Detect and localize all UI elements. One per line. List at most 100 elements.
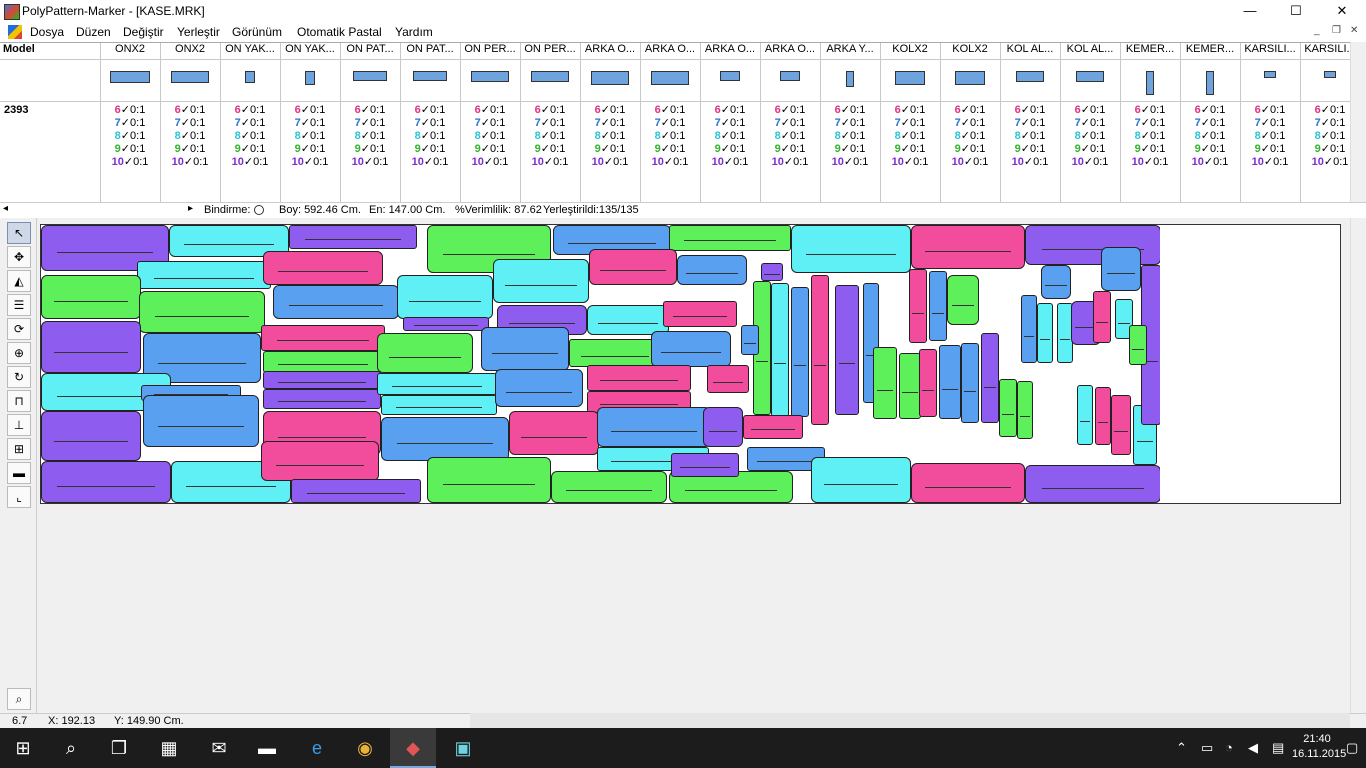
notifications-icon[interactable]: ▢	[1346, 740, 1358, 756]
size-row[interactable]: 7✓0:1	[1240, 117, 1300, 130]
pattern-piece[interactable]	[791, 287, 809, 417]
pattern-piece-thumbnail[interactable]	[531, 71, 569, 82]
pattern-piece[interactable]	[397, 275, 493, 319]
pattern-piece-thumbnail[interactable]	[1264, 71, 1276, 78]
pattern-piece[interactable]	[289, 225, 417, 249]
size-row[interactable]: 9✓0:1	[640, 143, 700, 156]
size-row[interactable]: 9✓0:1	[820, 143, 880, 156]
size-row[interactable]: 8✓0:1	[280, 130, 340, 143]
pattern-piece[interactable]	[911, 463, 1025, 503]
pattern-piece[interactable]	[1101, 247, 1141, 291]
size-row[interactable]: 6✓0:1	[820, 104, 880, 117]
size-row[interactable]: 9✓0:1	[400, 143, 460, 156]
size-row[interactable]: 10✓0:1	[160, 156, 220, 169]
pattern-piece-thumbnail[interactable]	[110, 71, 150, 83]
pattern-column[interactable]: ONX2 6✓0:1 7✓0:1 8✓0:1 9✓0:1 10✓0:1	[100, 43, 161, 203]
pattern-piece[interactable]	[929, 271, 947, 341]
search-icon[interactable]: ⌕	[48, 728, 94, 768]
menu-dosya[interactable]: Dosya	[30, 25, 64, 39]
pattern-piece[interactable]	[791, 225, 911, 273]
pattern-column[interactable]: KOLX2 6✓0:1 7✓0:1 8✓0:1 9✓0:1 10✓0:1	[880, 43, 941, 203]
stack-icon[interactable]: ☰	[7, 294, 31, 316]
menu-yerlestir[interactable]: Yerleştir	[177, 25, 220, 39]
zoom-icon[interactable]: ⌕	[7, 688, 31, 710]
size-row[interactable]: 6✓0:1	[100, 104, 160, 117]
size-row[interactable]: 9✓0:1	[1120, 143, 1180, 156]
pattern-piece[interactable]	[899, 353, 921, 419]
pattern-piece[interactable]	[1025, 465, 1161, 503]
pattern-column[interactable]: KOL AL... 6✓0:1 7✓0:1 8✓0:1 9✓0:1 10✓0:1	[1000, 43, 1061, 203]
pattern-piece-thumbnail[interactable]	[471, 71, 509, 82]
pattern-piece[interactable]	[509, 411, 599, 455]
mdi-restore-button[interactable]: ❐	[1332, 25, 1341, 36]
size-row[interactable]: 10✓0:1	[760, 156, 820, 169]
menu-gorunum[interactable]: Görünüm	[232, 25, 282, 39]
pattern-piece[interactable]	[911, 225, 1025, 269]
pattern-piece-thumbnail[interactable]	[413, 71, 447, 81]
pattern-piece[interactable]	[273, 285, 399, 319]
canvas-horizontal-scrollbar[interactable]	[470, 713, 1350, 728]
pattern-piece[interactable]	[909, 269, 927, 343]
pattern-piece[interactable]	[1095, 387, 1111, 445]
pattern-piece[interactable]	[263, 251, 383, 285]
mail-icon[interactable]: ✉	[196, 728, 242, 768]
pattern-piece-thumbnail[interactable]	[720, 71, 740, 81]
pattern-piece[interactable]	[377, 373, 497, 395]
pattern-column[interactable]: KOLX2 6✓0:1 7✓0:1 8✓0:1 9✓0:1 10✓0:1	[940, 43, 1001, 203]
pattern-piece[interactable]	[137, 261, 271, 289]
marker-canvas[interactable]	[37, 218, 1350, 713]
pattern-piece[interactable]	[707, 365, 749, 393]
pattern-piece-thumbnail[interactable]	[305, 71, 315, 85]
pattern-piece-thumbnail[interactable]	[780, 71, 800, 81]
size-row[interactable]: 7✓0:1	[1120, 117, 1180, 130]
size-row[interactable]: 7✓0:1	[1180, 117, 1240, 130]
pattern-piece[interactable]	[589, 249, 677, 285]
pattern-piece-thumbnail[interactable]	[895, 71, 925, 85]
size-row[interactable]: 8✓0:1	[220, 130, 280, 143]
right-scroll-arrow-icon[interactable]: ▸	[188, 203, 193, 214]
size-row[interactable]: 6✓0:1	[520, 104, 580, 117]
size-row[interactable]: 10✓0:1	[520, 156, 580, 169]
pattern-piece[interactable]	[597, 407, 711, 447]
size-row[interactable]: 8✓0:1	[460, 130, 520, 143]
pattern-piece[interactable]	[663, 301, 737, 327]
size-row[interactable]: 7✓0:1	[340, 117, 400, 130]
pattern-column[interactable]: KOL AL... 6✓0:1 7✓0:1 8✓0:1 9✓0:1 10✓0:1	[1060, 43, 1121, 203]
wifi-icon[interactable]: ◔	[1225, 740, 1233, 755]
pattern-piece[interactable]	[999, 379, 1017, 437]
pattern-piece[interactable]	[41, 411, 141, 461]
size-row[interactable]: 6✓0:1	[1240, 104, 1300, 117]
size-row[interactable]: 7✓0:1	[1060, 117, 1120, 130]
spacing-icon[interactable]: ⊞	[7, 438, 31, 460]
size-row[interactable]: 10✓0:1	[220, 156, 280, 169]
size-row[interactable]: 7✓0:1	[940, 117, 1000, 130]
size-row[interactable]: 9✓0:1	[100, 143, 160, 156]
size-row[interactable]: 6✓0:1	[400, 104, 460, 117]
mdi-minimize-button[interactable]: _	[1314, 25, 1320, 36]
pattern-column[interactable]: ON PER... 6✓0:1 7✓0:1 8✓0:1 9✓0:1 10✓0:1	[460, 43, 521, 203]
size-row[interactable]: 9✓0:1	[1180, 143, 1240, 156]
size-row[interactable]: 10✓0:1	[700, 156, 760, 169]
size-row[interactable]: 7✓0:1	[880, 117, 940, 130]
size-row[interactable]: 8✓0:1	[1060, 130, 1120, 143]
pattern-column[interactable]: ARKA O... 6✓0:1 7✓0:1 8✓0:1 9✓0:1 10✓0:1	[760, 43, 821, 203]
size-row[interactable]: 10✓0:1	[340, 156, 400, 169]
pattern-column[interactable]: ONX2 6✓0:1 7✓0:1 8✓0:1 9✓0:1 10✓0:1	[160, 43, 221, 203]
measure-icon[interactable]: ▬	[7, 462, 31, 484]
start-windows-icon[interactable]: ⊞	[0, 728, 46, 768]
size-row[interactable]: 10✓0:1	[460, 156, 520, 169]
pattern-piece[interactable]	[263, 389, 381, 409]
pattern-piece[interactable]	[981, 333, 999, 423]
pattern-piece-thumbnail[interactable]	[591, 71, 629, 85]
pattern-piece[interactable]	[381, 395, 497, 415]
size-row[interactable]: 10✓0:1	[100, 156, 160, 169]
size-row[interactable]: 6✓0:1	[280, 104, 340, 117]
axis-icon[interactable]: ⊥	[7, 414, 31, 436]
pattern-piece-thumbnail[interactable]	[846, 71, 854, 87]
size-row[interactable]: 9✓0:1	[940, 143, 1000, 156]
size-row[interactable]: 6✓0:1	[580, 104, 640, 117]
pattern-piece[interactable]	[761, 263, 783, 281]
store-icon[interactable]: ▦	[146, 728, 192, 768]
pattern-column[interactable]: KEMER... 6✓0:1 7✓0:1 8✓0:1 9✓0:1 10✓0:1	[1180, 43, 1241, 203]
pattern-piece[interactable]	[1037, 303, 1053, 363]
